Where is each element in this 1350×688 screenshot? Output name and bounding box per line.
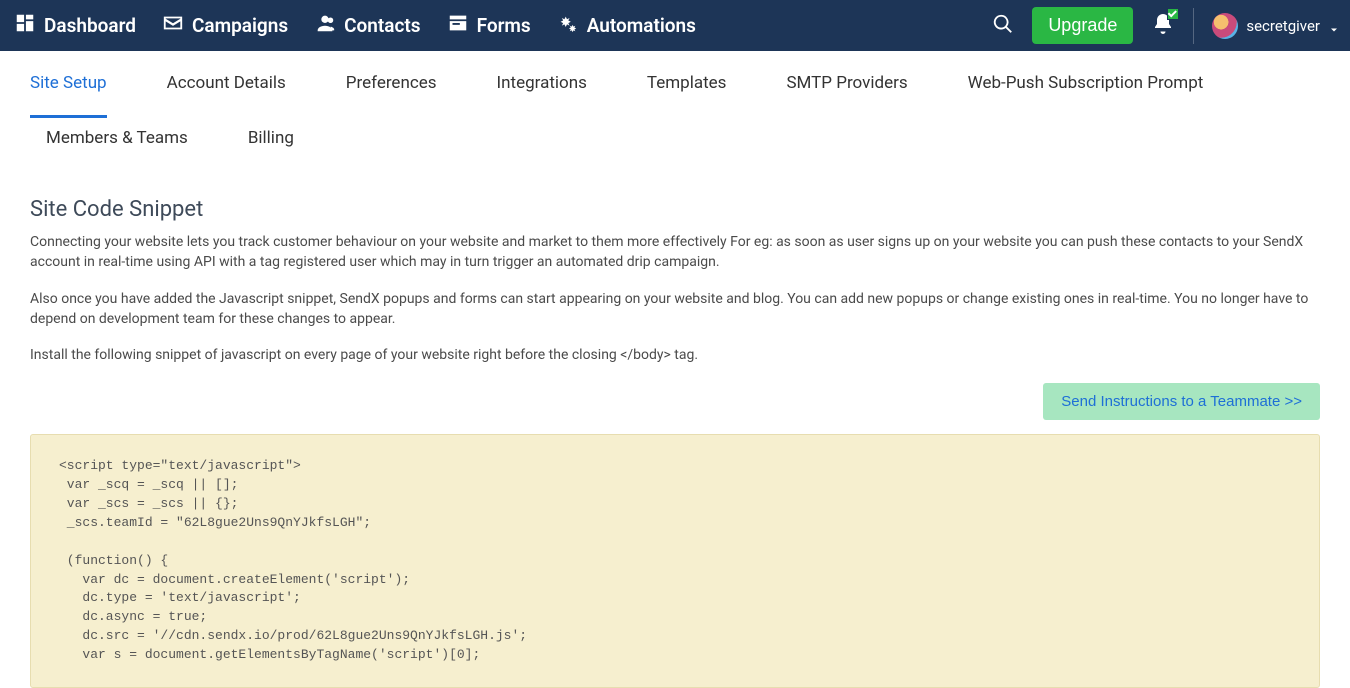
send-instructions-row: Send Instructions to a Teammate >> [30,383,1320,420]
tab-webpush[interactable]: Web-Push Subscription Prompt [968,51,1204,118]
tab-site-setup[interactable]: Site Setup [30,51,107,118]
envelope-icon [162,12,184,39]
send-instructions-button[interactable]: Send Instructions to a Teammate >> [1043,383,1320,420]
code-snippet-block[interactable]: <script type="text/javascript"> var _scq… [30,434,1320,687]
tab-smtp-providers[interactable]: SMTP Providers [786,51,907,118]
tab-billing[interactable]: Billing [248,118,294,177]
tab-integrations[interactable]: Integrations [497,51,587,118]
dashboard-icon [14,12,36,39]
username-label: secretgiver [1246,17,1320,35]
section-paragraph-1: Connecting your website lets you track c… [30,232,1320,273]
settings-tabs-row2: Members & Teams Billing [0,118,1350,177]
bell-badge-icon [1167,8,1179,20]
section-paragraph-3: Install the following snippet of javascr… [30,345,1320,365]
nav-campaigns[interactable]: Campaigns [162,12,288,39]
tab-members-teams[interactable]: Members & Teams [46,118,188,177]
upgrade-button[interactable]: Upgrade [1032,7,1133,44]
tab-preferences[interactable]: Preferences [346,51,437,118]
top-nav: Dashboard Campaigns Contacts Forms Autom… [0,0,1350,51]
nav-contacts[interactable]: Contacts [314,12,420,39]
tab-templates[interactable]: Templates [647,51,727,118]
nav-left: Dashboard Campaigns Contacts Forms Autom… [14,12,696,39]
section-paragraph-2: Also once you have added the Javascript … [30,289,1320,330]
nav-forms-label: Forms [477,14,531,37]
nav-campaigns-label: Campaigns [192,14,288,37]
nav-right: Upgrade secretgiver [992,7,1338,44]
nav-dashboard[interactable]: Dashboard [14,12,136,39]
search-icon[interactable] [992,13,1014,39]
section-title: Site Code Snippet [30,197,1320,222]
content-area: Site Code Snippet Connecting your websit… [0,177,1350,688]
notifications-bell[interactable] [1151,12,1175,40]
nav-contacts-label: Contacts [344,14,420,37]
automations-icon [557,12,579,39]
contacts-icon [314,12,336,39]
nav-automations-label: Automations [587,14,696,37]
settings-tabs: Site Setup Account Details Preferences I… [0,51,1350,118]
nav-forms[interactable]: Forms [447,12,531,39]
avatar [1212,13,1238,39]
nav-dashboard-label: Dashboard [44,14,136,37]
chevron-down-icon [1328,21,1338,31]
tab-account-details[interactable]: Account Details [167,51,286,118]
user-menu[interactable]: secretgiver [1212,13,1338,39]
nav-automations[interactable]: Automations [557,12,696,39]
forms-icon [447,12,469,39]
nav-divider [1193,8,1194,44]
